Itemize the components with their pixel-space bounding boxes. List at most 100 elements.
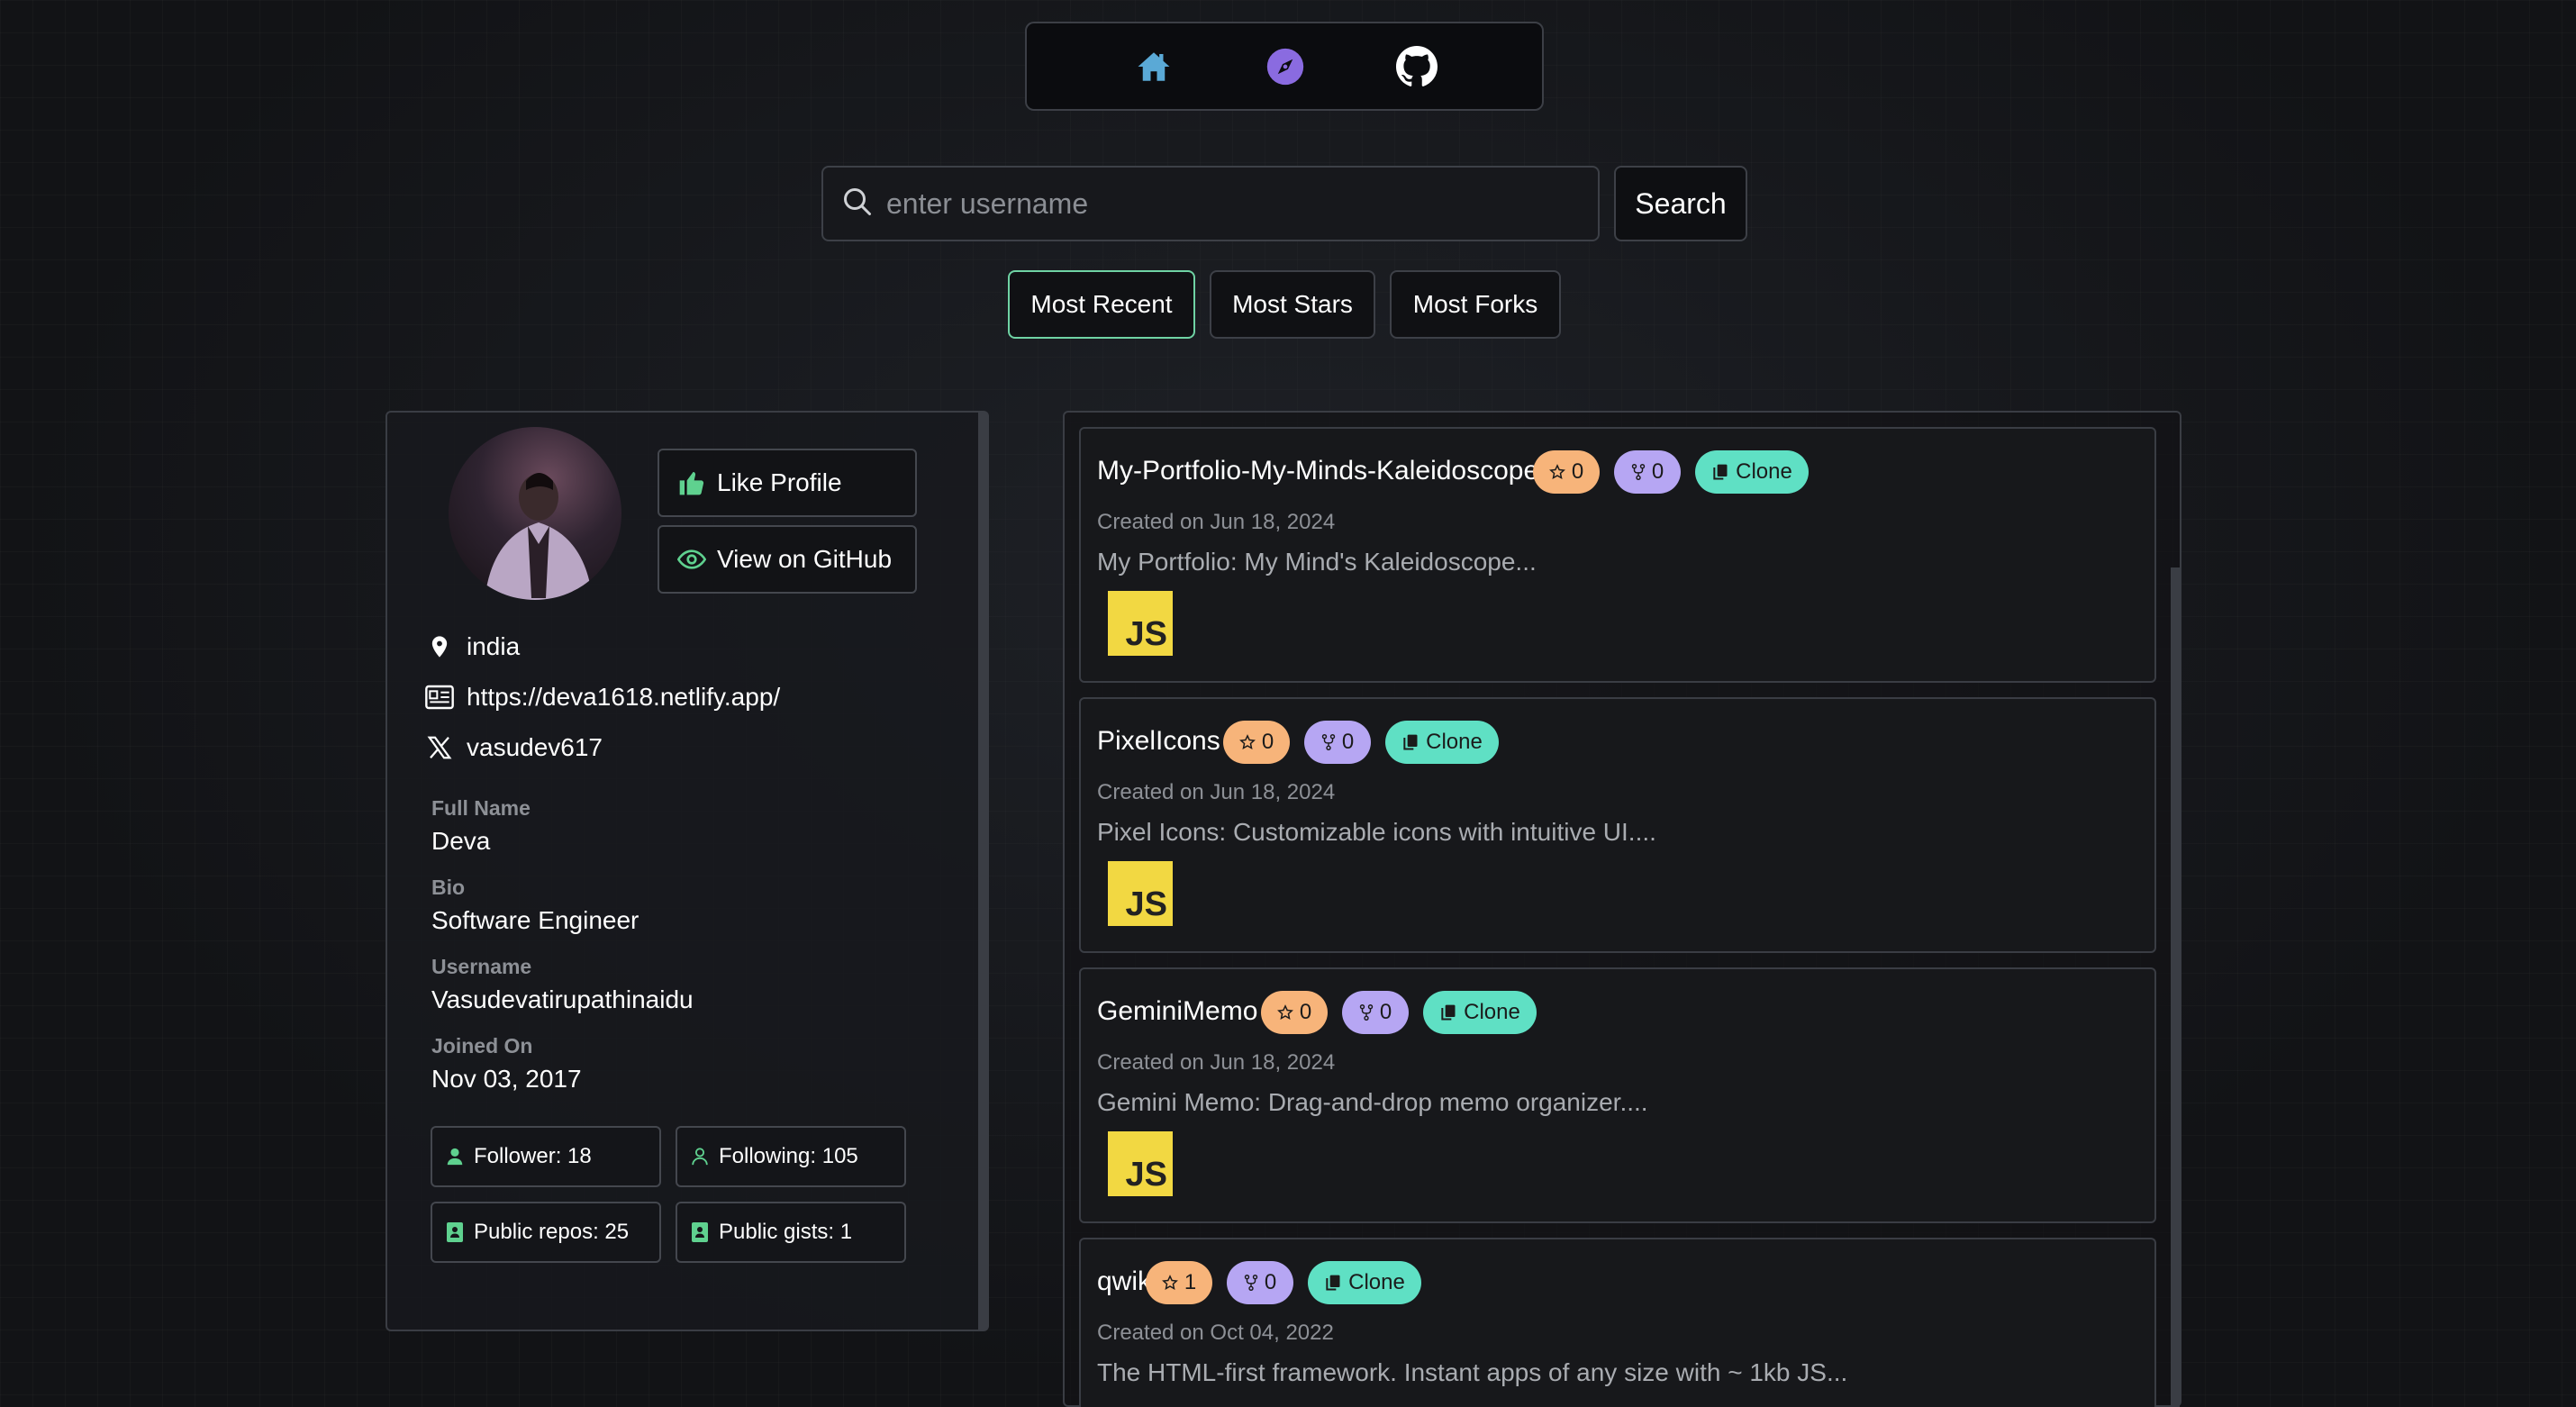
full-name-label: Full Name	[431, 796, 531, 820]
id-card-icon	[423, 681, 456, 713]
view-on-github-label: View on GitHub	[717, 545, 893, 573]
fork-icon	[1321, 734, 1336, 750]
map-pin-icon	[423, 631, 456, 663]
sort-most-forks-button[interactable]: Most Forks	[1390, 270, 1561, 339]
username-value: Vasudevatirupathinaidu	[431, 985, 694, 1013]
following-stat: Following: 105	[676, 1126, 906, 1187]
repo-created-date: Created on Jun 18, 2024	[1097, 1050, 1336, 1075]
username-label: Username	[431, 955, 532, 978]
joined-on-label: Joined On	[431, 1034, 533, 1058]
star-badge: 0	[1261, 991, 1328, 1034]
fork-badge: 0	[1342, 991, 1409, 1034]
clone-label: Clone	[1426, 730, 1483, 754]
location-row: india	[423, 629, 520, 665]
clone-label: Clone	[1464, 1000, 1520, 1024]
clone-button[interactable]: Clone	[1695, 450, 1809, 494]
repo-card: My-Portfolio-My-Minds-Kaleidoscope 0 0 C…	[1079, 427, 2156, 683]
user-outline-icon	[692, 1148, 708, 1166]
repo-card: GeminiMemo 0 0 Clone Created on Jun 18, …	[1079, 967, 2156, 1223]
fork-count: 0	[1379, 1000, 1392, 1024]
fork-count: 0	[1651, 459, 1664, 484]
fork-icon	[1359, 1004, 1374, 1021]
profile-scrollbar[interactable]	[978, 413, 987, 1330]
star-badge: 0	[1533, 450, 1600, 494]
javascript-logo-icon: JS	[1108, 861, 1173, 926]
public-repos-text: Public repos: 25	[474, 1220, 630, 1244]
contact-book-icon	[447, 1222, 463, 1242]
twitter-handle[interactable]: vasudev617	[467, 733, 603, 762]
clone-label: Clone	[1736, 459, 1792, 484]
repo-list-scrollbar[interactable]	[2171, 567, 2180, 1407]
star-count: 0	[1571, 459, 1584, 484]
search-button[interactable]: Search	[1614, 166, 1747, 241]
repo-card: qwik 1 0 Clone Created on Oct 04, 2022 T…	[1079, 1238, 2156, 1407]
copy-icon	[1441, 1004, 1456, 1021]
star-badge: 1	[1146, 1261, 1212, 1304]
repo-description: Gemini Memo: Drag-and-drop memo organize…	[1097, 1088, 1648, 1116]
search-icon	[841, 186, 874, 222]
github-icon[interactable]	[1395, 45, 1438, 88]
repo-description: The HTML-first framework. Instant apps o…	[1097, 1358, 1848, 1386]
website-link[interactable]: https://deva1618.netlify.app/	[467, 683, 780, 712]
star-icon	[1161, 1275, 1178, 1290]
fork-count: 0	[1341, 730, 1355, 754]
followers-stat: Follower: 18	[431, 1126, 661, 1187]
repo-created-date: Created on Oct 04, 2022	[1097, 1321, 1334, 1345]
repo-created-date: Created on Jun 18, 2024	[1097, 780, 1336, 804]
full-name-value: Deva	[431, 827, 491, 855]
star-count: 1	[1184, 1270, 1197, 1294]
public-repos-stat: Public repos: 25	[431, 1202, 661, 1263]
star-count: 0	[1299, 1000, 1312, 1024]
star-icon	[1548, 464, 1565, 479]
star-icon	[1276, 1004, 1293, 1020]
compass-icon[interactable]	[1264, 45, 1307, 88]
fork-badge: 0	[1304, 721, 1371, 764]
search-box	[821, 166, 1600, 241]
fork-badge: 0	[1614, 450, 1681, 494]
repo-card: PixelIcons 0 0 Clone Created on Jun 18, …	[1079, 697, 2156, 953]
contact-book-icon	[692, 1222, 708, 1242]
clone-button[interactable]: Clone	[1385, 721, 1499, 764]
repo-name[interactable]: My-Portfolio-My-Minds-Kaleidoscope	[1097, 456, 1538, 486]
javascript-logo-icon: JS	[1108, 1131, 1173, 1196]
sort-most-stars-button[interactable]: Most Stars	[1210, 270, 1375, 339]
twitter-row: vasudev617	[423, 730, 603, 766]
javascript-logo-icon: JS	[1108, 591, 1173, 656]
followers-text: Follower: 18	[474, 1144, 592, 1168]
repo-name[interactable]: GeminiMemo	[1097, 996, 1257, 1027]
fork-count: 0	[1264, 1270, 1277, 1294]
clone-button[interactable]: Clone	[1423, 991, 1537, 1034]
top-nav	[1025, 22, 1544, 111]
sort-most-recent-button[interactable]: Most Recent	[1008, 270, 1195, 339]
joined-on-value: Nov 03, 2017	[431, 1065, 582, 1093]
avatar	[449, 427, 621, 600]
repo-created-date: Created on Jun 18, 2024	[1097, 510, 1336, 534]
star-icon	[1238, 734, 1256, 749]
star-badge: 0	[1223, 721, 1290, 764]
fork-badge: 0	[1227, 1261, 1293, 1304]
following-text: Following: 105	[719, 1144, 858, 1168]
clone-button[interactable]: Clone	[1308, 1261, 1421, 1304]
copy-icon	[1403, 734, 1418, 750]
website-row: https://deva1618.netlify.app/	[423, 679, 780, 715]
copy-icon	[1713, 464, 1728, 480]
user-icon	[447, 1148, 463, 1166]
public-gists-stat: Public gists: 1	[676, 1202, 906, 1263]
repo-description: Pixel Icons: Customizable icons with int…	[1097, 818, 1656, 846]
home-icon[interactable]	[1132, 45, 1175, 88]
repo-name[interactable]: PixelIcons	[1097, 726, 1220, 757]
eye-icon	[677, 549, 706, 569]
like-profile-button[interactable]: Like Profile	[658, 449, 917, 517]
bio-label: Bio	[431, 876, 466, 899]
repo-description: My Portfolio: My Mind's Kaleidoscope...	[1097, 548, 1537, 576]
x-logo-icon	[423, 731, 456, 764]
search-input[interactable]	[884, 186, 1573, 222]
clone-label: Clone	[1348, 1270, 1405, 1294]
view-on-github-button[interactable]: View on GitHub	[658, 525, 917, 594]
repo-name[interactable]: qwik	[1097, 1266, 1151, 1297]
location-text: india	[467, 632, 521, 660]
public-gists-text: Public gists: 1	[719, 1220, 853, 1244]
star-count: 0	[1261, 730, 1274, 754]
copy-icon	[1326, 1275, 1340, 1291]
fork-icon	[1631, 464, 1646, 480]
